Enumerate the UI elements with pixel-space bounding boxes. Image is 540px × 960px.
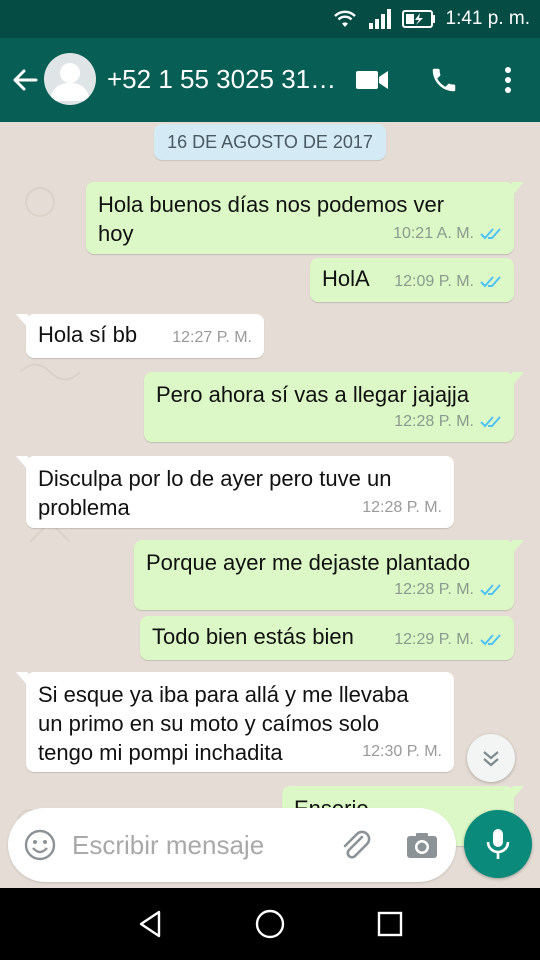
message-text: Porque ayer me dejaste plantado	[146, 550, 471, 575]
paperclip-icon[interactable]	[338, 828, 374, 864]
bubble-tail	[16, 672, 28, 686]
bubble-tail	[512, 182, 524, 196]
read-ticks-icon	[480, 415, 501, 427]
more-vert-icon[interactable]	[488, 60, 528, 100]
message-composer	[8, 808, 456, 882]
message-text: Si esque ya iba para allá y me llevaba u…	[38, 682, 409, 765]
status-icons: 1:41 p. m.	[332, 6, 531, 32]
message-time: 12:28 P. M.	[362, 499, 442, 516]
bubble-tail	[512, 540, 524, 554]
message-bubble-outgoing[interactable]: Hola buenos días nos podemos ver hoy 10:…	[86, 182, 524, 254]
wifi-icon	[332, 9, 358, 29]
message-text: HolA	[322, 266, 370, 291]
system-nav-bar	[0, 888, 540, 960]
scroll-to-bottom-button[interactable]	[467, 734, 515, 782]
message-meta: 12:28 P. M.	[394, 575, 502, 604]
message-time: 12:09 P. M.	[394, 273, 474, 290]
message-meta: 12:28 P. M.	[362, 493, 442, 522]
mic-icon	[486, 829, 510, 859]
message-time: 12:28 P. M.	[394, 413, 474, 430]
avatar[interactable]	[44, 53, 96, 105]
message-time: 12:29 P. M.	[394, 631, 474, 648]
read-ticks-icon	[480, 583, 501, 595]
arrow-back-icon[interactable]	[8, 62, 42, 98]
message-bubble-incoming[interactable]: Hola sí bb 12:27 P. M.	[16, 314, 264, 358]
signal-icon	[368, 9, 392, 29]
videocam-icon[interactable]	[352, 60, 392, 100]
message-bubble-outgoing[interactable]: Porque ayer me dejaste plantado 12:28 P.…	[134, 540, 524, 610]
chat-header: +52 1 55 3025 31…	[0, 38, 540, 122]
message-time: 10:21 A. M.	[393, 225, 474, 242]
message-bubble-outgoing[interactable]: Pero ahora sí vas a llegar jajajja 12:28…	[144, 372, 524, 442]
read-ticks-icon	[480, 275, 501, 287]
date-divider: 16 DE AGOSTO DE 2017	[154, 124, 386, 160]
bubble-tail	[16, 456, 28, 470]
phone-icon[interactable]	[424, 60, 464, 100]
bubble-tail	[512, 372, 524, 386]
read-ticks-icon	[480, 633, 501, 645]
message-text: Pero ahora sí vas a llegar jajajja	[156, 382, 470, 407]
message-bubble-outgoing[interactable]: HolA 12:09 P. M.	[310, 258, 514, 302]
battery-charging-icon	[401, 10, 436, 28]
camera-icon[interactable]	[404, 828, 440, 864]
message-meta: 12:28 P. M.	[394, 407, 502, 436]
chat-area[interactable]: 16 DE AGOSTO DE 2017 Hola buenos días no…	[0, 122, 540, 888]
nav-recents-icon[interactable]	[370, 904, 410, 944]
message-meta: 12:27 P. M.	[172, 323, 252, 352]
nav-home-icon[interactable]	[250, 904, 290, 944]
message-text: Todo bien estás bien	[152, 624, 354, 649]
nav-back-icon[interactable]	[130, 904, 170, 944]
message-bubble-incoming[interactable]: Si esque ya iba para allá y me llevaba u…	[16, 672, 454, 772]
message-meta: 12:09 P. M.	[394, 267, 502, 296]
message-bubble-outgoing[interactable]: Todo bien estás bien 12:29 P. M.	[140, 616, 514, 660]
message-text: Hola sí bb	[38, 322, 138, 347]
emoji-icon[interactable]	[24, 829, 56, 861]
bubble-tail	[16, 314, 28, 328]
bubble-tail	[512, 786, 524, 800]
message-time: 12:28 P. M.	[394, 581, 474, 598]
message-input[interactable]	[72, 828, 322, 862]
chevron-double-down-icon	[483, 751, 499, 767]
mic-button[interactable]	[464, 810, 532, 878]
message-time: 12:27 P. M.	[172, 329, 252, 346]
status-time: 1:41 p. m.	[445, 8, 531, 29]
status-bar: 1:41 p. m.	[0, 0, 540, 38]
message-meta: 12:30 P. M.	[362, 737, 442, 766]
read-ticks-icon	[480, 227, 501, 239]
message-meta: 12:29 P. M.	[394, 625, 502, 654]
message-meta: 10:21 A. M.	[393, 219, 502, 248]
message-time: 12:30 P. M.	[362, 743, 442, 760]
message-text: Disculpa por lo de ayer pero tuve un pro…	[38, 466, 392, 520]
message-bubble-incoming[interactable]: Disculpa por lo de ayer pero tuve un pro…	[16, 456, 454, 528]
contact-name[interactable]: +52 1 55 3025 31…	[107, 64, 342, 95]
